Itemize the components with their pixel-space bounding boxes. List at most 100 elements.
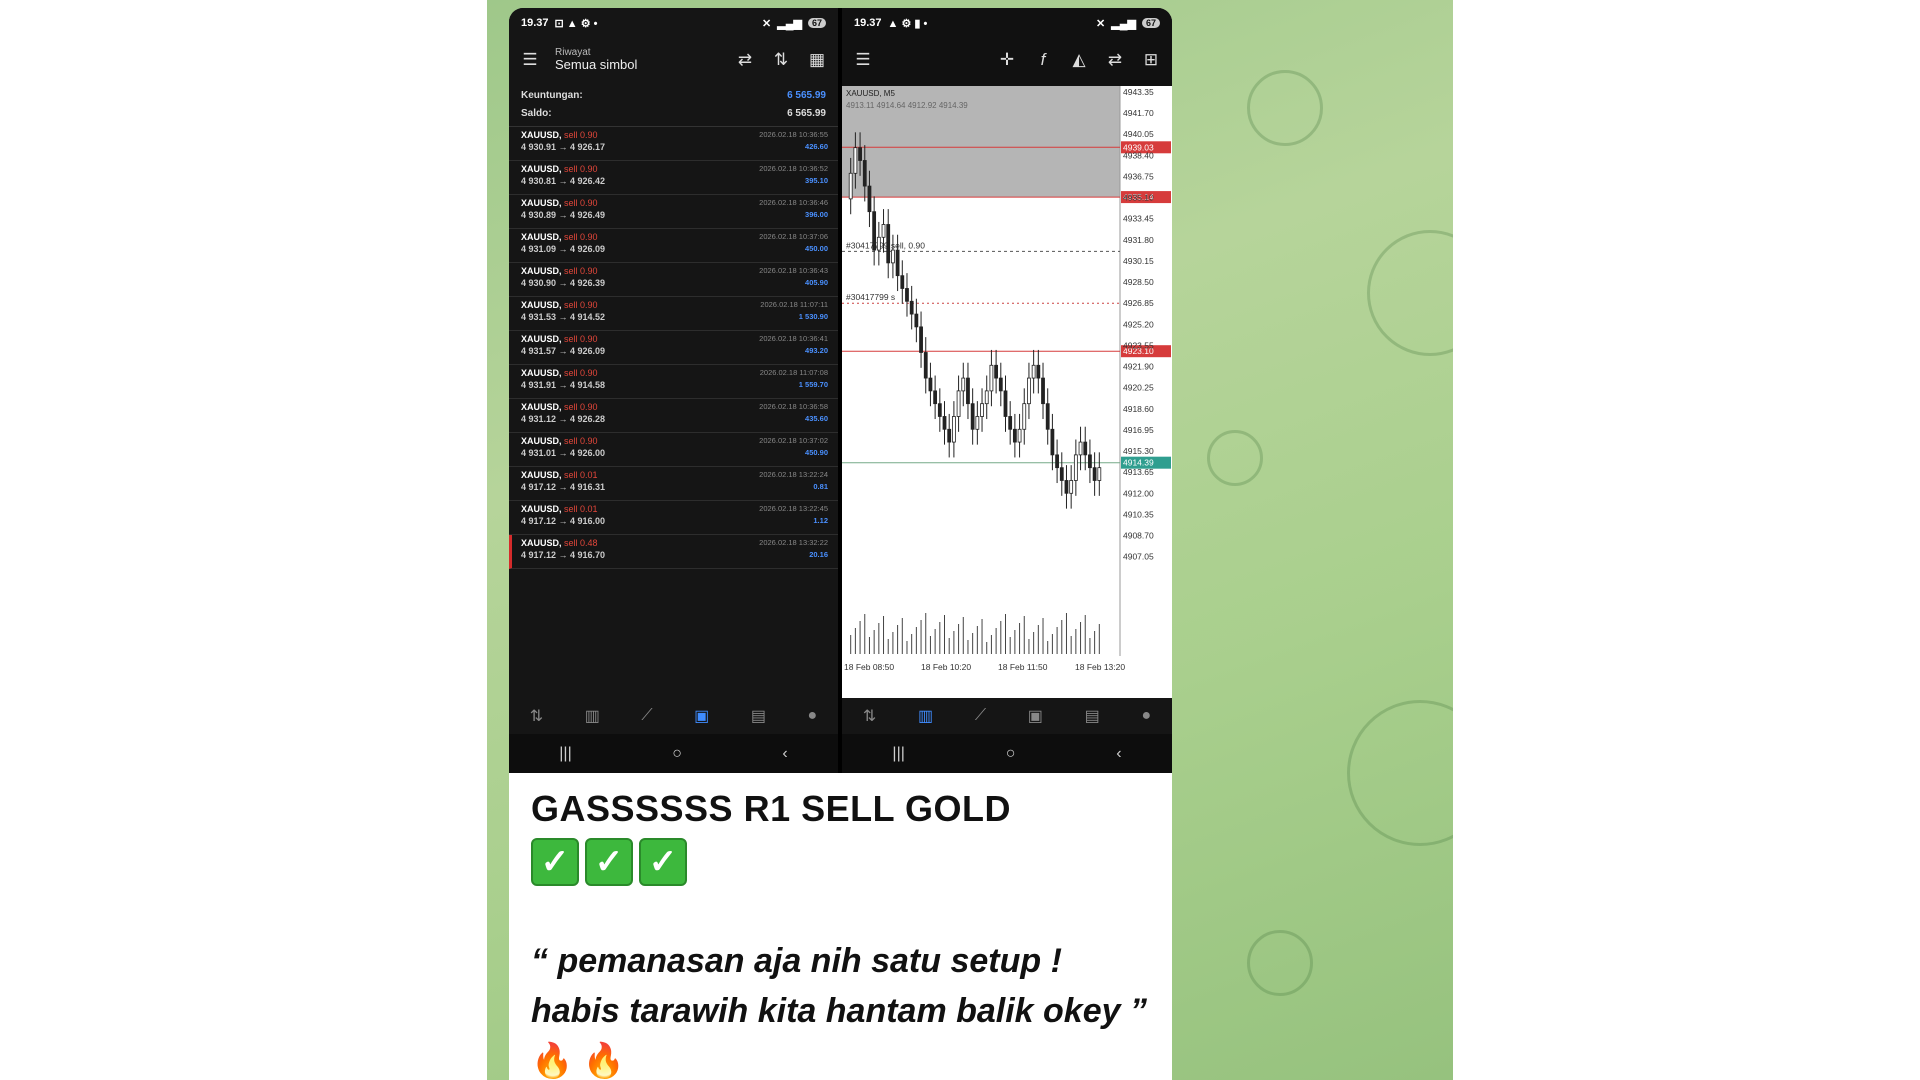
chart-symbol: XAUUSD, M5 bbox=[846, 89, 895, 98]
candle-body bbox=[1050, 428, 1055, 456]
deal-time: 2026.02.18 10:36:55 bbox=[759, 130, 828, 139]
new-order-icon[interactable]: ⊞ bbox=[1140, 50, 1162, 70]
deal-time: 2026.02.18 13:32:22 bbox=[759, 538, 828, 547]
deal-row[interactable]: XAUUSD, sell 0.01 4 917.12 → 4 916.00 2026… bbox=[509, 501, 838, 535]
symbol-filter-icon[interactable]: ⇄ bbox=[734, 50, 756, 70]
back-icon[interactable]: ‹ bbox=[782, 745, 787, 763]
price-axis-label: 4915.30 bbox=[1123, 446, 1154, 456]
summary-label: Saldo: bbox=[521, 107, 552, 119]
deal-row[interactable]: XAUUSD, sell 0.48 4 917.12 → 4 916.70 2026… bbox=[509, 535, 838, 569]
price-axis-label: 4931.80 bbox=[1123, 235, 1154, 245]
bottom-nav: ⇅ ▥ ⟋ ▣ ▤ ● bbox=[509, 698, 838, 734]
deal-row[interactable]: XAUUSD, sell 0.90 4 930.81 → 4 926.42 2026… bbox=[509, 161, 838, 195]
system-nav: ||| ○ ‹ bbox=[842, 734, 1172, 773]
price-axis-label: 4936.75 bbox=[1123, 171, 1154, 181]
candle-body bbox=[905, 288, 909, 302]
news-icon[interactable]: ▤ bbox=[751, 706, 766, 726]
deal-action: sell 0.01 bbox=[564, 504, 598, 514]
history-title-main[interactable]: Semua simbol bbox=[555, 58, 720, 73]
deal-profit: 426.60 bbox=[805, 142, 828, 151]
deal-prices: 4 930.81 → 4 926.42 bbox=[521, 176, 606, 186]
recent-apps-icon[interactable]: ||| bbox=[892, 745, 904, 763]
history-summary: Keuntungan: 6 565.99 Saldo: 6 565.99 bbox=[509, 82, 838, 127]
deal-prices: 4 931.91 → 4 914.58 bbox=[521, 380, 606, 390]
deal-action: sell 0.48 bbox=[564, 538, 598, 548]
sort-icon[interactable]: ⇅ bbox=[770, 50, 792, 70]
candle-body bbox=[1092, 467, 1097, 481]
fire-icon: 🔥 🔥 bbox=[531, 1042, 626, 1080]
trade-icon[interactable]: ⟋ bbox=[975, 707, 986, 725]
deal-time: 2026.02.18 11:07:08 bbox=[759, 368, 828, 377]
trade-icon[interactable]: ⟋ bbox=[641, 707, 652, 725]
deal-time: 2026.02.18 10:36:46 bbox=[759, 198, 828, 207]
deal-prices: 4 931.53 → 4 914.52 bbox=[521, 312, 606, 322]
chat-icon[interactable]: ● bbox=[1141, 707, 1151, 725]
signal-icon: ▂▄▆ bbox=[1111, 17, 1136, 30]
deal-row[interactable]: XAUUSD, sell 0.90 4 931.91 → 4 914.58 2026… bbox=[509, 365, 838, 399]
objects-icon[interactable]: ◭ bbox=[1068, 50, 1090, 70]
candlestick-chart[interactable]: 4939.034935.144923.104914.394943.354941.… bbox=[842, 86, 1172, 698]
candle-body bbox=[900, 275, 905, 289]
menu-icon[interactable]: ☰ bbox=[852, 50, 874, 70]
deal-action: sell 0.90 bbox=[564, 130, 598, 140]
price-axis-label: 4926.85 bbox=[1123, 298, 1154, 308]
symbol-icon[interactable]: ⇄ bbox=[1104, 50, 1126, 70]
deal-row[interactable]: XAUUSD, sell 0.90 4 931.57 → 4 926.09 2026… bbox=[509, 331, 838, 365]
deal-row[interactable]: XAUUSD, sell 0.90 4 930.91 → 4 926.17 2026… bbox=[509, 127, 838, 161]
deal-action: sell 0.90 bbox=[564, 334, 598, 344]
recent-apps-icon[interactable]: ||| bbox=[559, 745, 571, 763]
check-icon: ✓ bbox=[531, 838, 579, 886]
deal-symbol: XAUUSD, bbox=[521, 232, 562, 242]
deal-time: 2026.02.18 10:36:52 bbox=[759, 164, 828, 173]
deal-action: sell 0.90 bbox=[564, 198, 598, 208]
back-icon[interactable]: ‹ bbox=[1116, 745, 1121, 763]
candle-body bbox=[942, 416, 947, 430]
history-screen: 19.37 ⊡ ▲ ⚙ • ✕ ▂▄▆ 67 ☰ Riwayat Semua s… bbox=[509, 8, 838, 773]
deal-row[interactable]: XAUUSD, sell 0.90 4 931.53 → 4 914.52 2026… bbox=[509, 297, 838, 331]
summary-row-profit: Keuntungan: 6 565.99 bbox=[521, 86, 826, 104]
chart-icon[interactable]: ▥ bbox=[585, 706, 600, 726]
quotes-icon[interactable]: ⇅ bbox=[530, 706, 543, 726]
candle-body bbox=[951, 416, 956, 443]
history-icon[interactable]: ▣ bbox=[1028, 706, 1043, 726]
home-icon[interactable]: ○ bbox=[1006, 745, 1016, 763]
deal-action: sell 0.90 bbox=[564, 266, 598, 276]
news-icon[interactable]: ▤ bbox=[1085, 706, 1100, 726]
candle-body bbox=[1078, 441, 1083, 456]
indicators-icon[interactable]: f bbox=[1032, 50, 1054, 70]
candle-body bbox=[1017, 428, 1022, 443]
deal-row[interactable]: XAUUSD, sell 0.01 4 917.12 → 4 916.31 2026… bbox=[509, 467, 838, 501]
deal-action: sell 0.90 bbox=[564, 232, 598, 242]
candle-body bbox=[862, 160, 867, 187]
deal-prices: 4 931.12 → 4 926.28 bbox=[521, 414, 606, 424]
price-chart[interactable]: 4939.03 4935.14 4923.10 4914.39 4943.35 4941.… bbox=[842, 86, 1172, 698]
candle-body bbox=[1073, 454, 1078, 481]
deal-prices: 4 930.91 → 4 926.17 bbox=[521, 142, 606, 152]
summary-label: Keuntungan: bbox=[521, 89, 583, 101]
menu-icon[interactable]: ☰ bbox=[519, 50, 541, 70]
quotes-icon[interactable]: ⇅ bbox=[863, 706, 876, 726]
deal-row[interactable]: XAUUSD, sell 0.90 4 931.01 → 4 926.00 2026… bbox=[509, 433, 838, 467]
deal-profit: 450.00 bbox=[805, 244, 828, 253]
chart-icon[interactable]: ▥ bbox=[918, 706, 933, 726]
price-axis-label: 4935.10 bbox=[1123, 193, 1154, 203]
deal-row[interactable]: XAUUSD, sell 0.90 4 930.90 → 4 926.39 2026… bbox=[509, 263, 838, 297]
chat-icon[interactable]: ● bbox=[807, 707, 817, 725]
deal-profit: 395.10 bbox=[805, 176, 828, 185]
deal-prices: 4 930.89 → 4 926.49 bbox=[521, 210, 606, 220]
history-icon[interactable]: ▣ bbox=[694, 706, 709, 726]
home-icon[interactable]: ○ bbox=[672, 745, 682, 763]
deal-row[interactable]: XAUUSD, sell 0.90 4 931.12 → 4 926.28 2026… bbox=[509, 399, 838, 433]
candle-body bbox=[1083, 441, 1088, 456]
calendar-icon[interactable]: ▦ bbox=[806, 50, 828, 70]
deal-row[interactable]: XAUUSD, sell 0.90 4 930.89 → 4 926.49 2026… bbox=[509, 195, 838, 229]
deal-symbol: XAUUSD, bbox=[521, 402, 562, 412]
crosshair-icon[interactable]: ✛ bbox=[996, 50, 1018, 70]
deal-time: 2026.02.18 10:37:06 bbox=[759, 232, 828, 241]
candle-body bbox=[1088, 454, 1092, 469]
candle-body bbox=[1027, 377, 1031, 405]
candle-body bbox=[867, 185, 872, 213]
deal-row[interactable]: XAUUSD, sell 0.90 4 931.09 → 4 926.09 2026… bbox=[509, 229, 838, 263]
deal-prices: 4 917.12 → 4 916.70 bbox=[521, 550, 606, 560]
check-icon: ✓ bbox=[639, 838, 687, 886]
